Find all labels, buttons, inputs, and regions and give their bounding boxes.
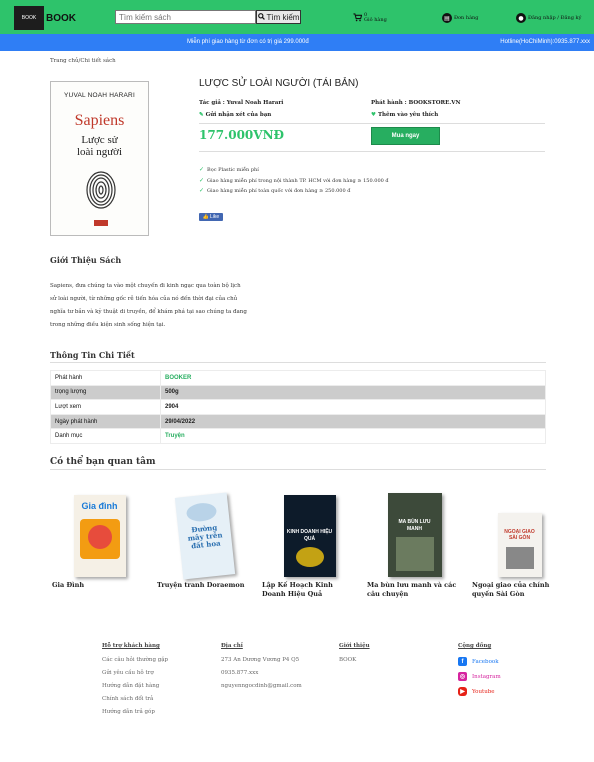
footer-heading: Giới thiệu [339,643,370,649]
details-table: Phát hành BOOKER trọng lượng 500g Lượt xem… [50,370,546,444]
hotline-text: Hotline(HoChiMinh):0935.877.xxx [500,39,590,45]
benefit-item: ✓ Giao hàng miễn phí trong nội thành TP. … [199,177,389,184]
search-button-label: Tìm kiếm [266,12,300,22]
facebook-like-button[interactable]: 👍 Like [199,213,223,221]
youtube-link[interactable]: ▶ Youtube [458,687,501,696]
wishlist-link[interactable]: ♥ Thêm vào yêu thích [371,112,438,118]
book-title: LƯỢC SỬ LOÀI NGƯỜI (TÁI BẢN) [199,78,359,89]
footer-address-line: 273 An Dương Vương P4 Q5 [221,657,300,663]
table-row: trọng lượng 500g [50,384,546,401]
cart-link[interactable]: 0 Giỏ hàng [353,11,387,25]
recommend-title: Ngoại giao của chính quyền Sài Gòn [472,581,550,598]
facebook-icon: f [458,657,467,666]
book-thumbnail: MA BÙN LƯU MANH [387,493,442,577]
footer-link[interactable]: Các câu hỏi thường gặp [102,657,168,663]
check-icon: ✓ [199,166,205,173]
book-cover-image: YUVAL NOAH HARARI Sapiens Lược sử loài n… [50,81,149,236]
search-bar: Tìm kiếm [115,10,301,24]
thumbs-up-icon: 👍 [202,214,210,220]
logo-mark: BOOK [14,6,44,30]
benefit-item: ✓ Bọc Plastic miễn phí [199,166,259,173]
intro-heading: Giới Thiệu Sách [50,255,122,265]
search-icon [257,12,265,22]
footer-address: Địa chỉ 273 An Dương Vương P4 Q5 0935.87… [221,643,302,696]
recommend-item[interactable]: Gia đình Gia Đình [52,485,147,590]
book-description: Sapiens, đưa chúng ta vào một chuyến đi … [50,283,247,328]
check-icon: ✓ [199,177,205,184]
cover-subtitle: Lược sử loài người [51,134,148,158]
footer-link[interactable]: Hướng dẫn đặt hàng [102,683,168,689]
search-input[interactable] [115,10,256,24]
pencil-icon: ✎ [199,112,204,118]
footer-link[interactable]: Hướng dẫn trả góp [102,709,168,715]
breadcrumb[interactable]: Trang chủ/Chi tiết sách [50,58,116,64]
cover-subtitle-line2: loài người [76,146,123,158]
buy-now-button[interactable]: Mua ngay [371,127,440,145]
search-button[interactable]: Tìm kiếm [256,10,301,24]
account-link[interactable]: ● Đăng nhập / Đăng ký [516,11,581,25]
book-thumbnail: KINH DOANH HIỆU QUẢ [283,495,336,577]
cover-author: YUVAL NOAH HARARI [64,92,135,99]
table-row: Danh mục Truyện [50,428,546,444]
footer-support: Hỗ trợ khách hàng Các câu hỏi thường gặp… [102,643,168,722]
top-header: BOOK BOOK Tìm kiếm 0 Giỏ hàng ▤ Đơn hàng… [0,0,594,34]
recommend-title: Gia Đình [52,581,85,589]
footer-phone: 0935.877.xxx [221,670,259,676]
account-label: Đăng nhập / Đăng ký [528,15,582,21]
cart-icon [353,12,363,24]
facebook-link[interactable]: f Facebook [458,657,501,666]
orders-label: Đơn hàng [454,15,479,21]
cover-subtitle-line1: Lược sử [81,134,118,146]
recommend-item[interactable]: KINH DOANH HIỆU QUẢ Lập Kế Hoạch Kinh Do… [262,485,357,599]
table-row: Lượt xem 2904 [50,399,546,415]
cart-label: Giỏ hàng [364,17,387,23]
footer-heading: Địa chỉ [221,643,243,649]
cover-title: Sapiens [74,112,125,129]
fingerprint-icon [86,171,116,209]
footer-community: Cộng đồng f Facebook ◎ Instagram ▶ Youtu… [458,643,501,702]
review-label: Gửi nhận xét của bạn [205,112,272,118]
promo-bar: Miễn phí giao hàng từ đơn có trị giá 299… [0,34,594,51]
orders-link[interactable]: ▤ Đơn hàng [442,11,478,25]
promo-text: Miễn phí giao hàng từ đơn có trị giá 299… [187,39,309,45]
footer-heading: Cộng đồng [458,643,492,649]
book-price: 177.000VNĐ [199,128,285,142]
heart-icon: ♥ [371,112,376,118]
book-thumbnail: Gia đình [73,495,126,577]
youtube-icon: ▶ [458,687,467,696]
recommend-item[interactable]: MA BÙN LƯU MANH Ma bùn lưu manh và các c… [367,485,462,599]
table-row: Ngày phát hành 29/04/2022 [50,413,546,430]
details-heading: Thông Tin Chi Tiết [50,350,135,360]
book-thumbnail: NGOẠI GIAO SÀI GÒN [497,513,542,577]
publisher-logo [94,220,108,226]
check-icon: ✓ [199,187,205,194]
footer-heading: Hỗ trợ khách hàng [102,643,160,649]
review-link[interactable]: ✎ Gửi nhận xét của bạn [199,112,271,118]
user-icon: ● [516,13,526,23]
footer-email[interactable]: nguyenngocdinh@gmail.com [221,683,302,689]
orders-icon: ▤ [442,13,452,23]
instagram-icon: ◎ [458,672,467,681]
recommend-title: Ma bùn lưu manh và các câu chuyện [367,581,457,598]
wishlist-label: Thêm vào yêu thích [377,112,439,118]
book-thumbnail: Đường mây trên đất hoa [174,492,235,580]
recommend-item[interactable]: NGOẠI GIAO SÀI GÒN Ngoại giao của chính … [472,485,567,599]
recommend-title: Truyện tranh Doraemon [157,581,245,589]
book-publisher: Phát hành : BOOKSTORE.VN [371,100,461,106]
footer-link[interactable]: BOOK [339,657,370,663]
site-logo[interactable]: BOOK BOOK [14,6,76,30]
instagram-link[interactable]: ◎ Instagram [458,672,501,681]
table-row: Phát hành BOOKER [50,370,546,386]
footer-link[interactable]: Chính sách đổi trả [102,696,168,702]
benefit-item: ✓ Giao hàng miễn phí toàn quốc với đơn hà… [199,187,351,194]
footer-link[interactable]: Gửi yêu cầu hỗ trợ [102,670,168,676]
footer-about: Giới thiệu BOOK [339,643,370,670]
book-author: Tác giả : Yuval Noah Harari [199,100,284,106]
recommend-item[interactable]: Đường mây trên đất hoa Truyện tranh Dora… [157,485,252,590]
logo-text: BOOK [46,12,76,24]
recommend-heading: Có thể bạn quan tâm [50,457,156,467]
recommend-title: Lập Kế Hoạch Kinh Doanh Hiệu Quả [262,581,333,598]
